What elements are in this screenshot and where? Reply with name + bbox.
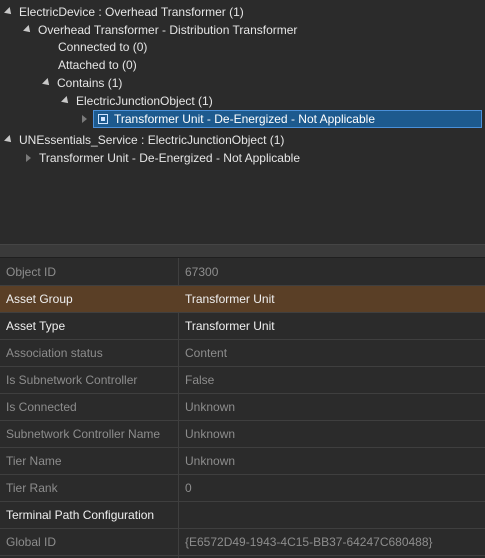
- tree-node-electric-device[interactable]: ElectricDevice : Overhead Transformer (1…: [4, 3, 244, 21]
- attribute-name: Association status: [6, 346, 103, 360]
- attribute-value: Unknown: [185, 454, 236, 468]
- expand-arrow-icon[interactable]: [4, 134, 14, 145]
- expand-arrow-icon[interactable]: [23, 24, 33, 35]
- attribute-name: Terminal Path Configuration: [6, 508, 155, 522]
- attribute-row[interactable]: Association status Content: [0, 340, 485, 367]
- expand-arrow-icon[interactable]: [4, 6, 14, 17]
- attribute-grid: Object ID 67300 Asset Group Transformer …: [0, 258, 485, 558]
- tree-node-label: Attached to (0): [58, 58, 137, 72]
- attribute-row[interactable]: Global ID {E6572D49-1943-4C15-BB37-64247…: [0, 529, 485, 556]
- tree-node-contains[interactable]: Contains (1): [42, 74, 123, 92]
- attribute-name: Global ID: [6, 535, 57, 549]
- attribute-value: False: [185, 373, 215, 387]
- tree-node-unessentials-service[interactable]: UNEssentials_Service : ElectricJunctionO…: [4, 131, 285, 149]
- attribute-name: Asset Type: [6, 319, 66, 333]
- attribute-value: Unknown: [185, 400, 236, 414]
- tree-node-label: Overhead Transformer - Distribution Tran…: [38, 23, 298, 37]
- attribute-name: Object ID: [6, 265, 57, 279]
- attribute-name: Tier Name: [6, 454, 62, 468]
- attribute-value: Unknown: [185, 427, 236, 441]
- attribute-row[interactable]: Is Connected Unknown: [0, 394, 485, 421]
- collapsed-arrow-icon[interactable]: [82, 114, 87, 123]
- expand-arrow-icon[interactable]: [61, 95, 71, 106]
- attribute-name: Is Subnetwork Controller: [6, 373, 138, 387]
- tree-node-transformer-unit-selected[interactable]: Transformer Unit - De-Energized - Not Ap…: [93, 110, 482, 128]
- tree-node-label: Contains (1): [57, 76, 123, 90]
- attribute-row[interactable]: Asset Type Transformer Unit: [0, 313, 485, 340]
- tree-node-label: ElectricDevice : Overhead Transformer (1…: [19, 5, 244, 19]
- attribute-row[interactable]: Terminal Path Configuration: [0, 502, 485, 529]
- attribute-row[interactable]: Tier Name Unknown: [0, 448, 485, 475]
- expand-arrow-icon[interactable]: [42, 77, 52, 88]
- tree-node-attached-to[interactable]: Attached to (0): [58, 56, 137, 74]
- tree-node-connected-to[interactable]: Connected to (0): [58, 38, 147, 56]
- tree-node-transformer-unit[interactable]: Transformer Unit - De-Energized - Not Ap…: [26, 149, 300, 167]
- attribute-row[interactable]: Asset Group Transformer Unit: [0, 286, 485, 313]
- attribute-value: Content: [185, 346, 228, 360]
- tree-node-overhead-transformer[interactable]: Overhead Transformer - Distribution Tran…: [23, 21, 298, 39]
- attribute-value: {E6572D49-1943-4C15-BB37-64247C680488}: [185, 535, 433, 549]
- feature-icon: [98, 114, 108, 124]
- attribute-row[interactable]: Subnetwork Controller Name Unknown: [0, 421, 485, 448]
- association-tree: ElectricDevice : Overhead Transformer (1…: [0, 0, 485, 244]
- attribute-value: Transformer Unit: [185, 319, 275, 333]
- tree-node-electric-junction-object[interactable]: ElectricJunctionObject (1): [61, 92, 213, 110]
- attribute-value: Transformer Unit: [185, 292, 275, 306]
- tree-node-label: Connected to (0): [58, 40, 148, 54]
- attribute-name: Subnetwork Controller Name: [6, 427, 161, 441]
- attribute-name: Asset Group: [6, 292, 73, 306]
- tree-node-label: UNEssentials_Service : ElectricJunctionO…: [19, 133, 285, 147]
- attribute-value: 0: [185, 481, 192, 495]
- tree-node-label: Transformer Unit - De-Energized - Not Ap…: [39, 151, 300, 165]
- tree-node-label: ElectricJunctionObject (1): [76, 94, 213, 108]
- attribute-row[interactable]: Object ID 67300: [0, 259, 485, 286]
- attribute-name: Tier Rank: [6, 481, 58, 495]
- attribute-name: Is Connected: [6, 400, 77, 414]
- attribute-value: 67300: [185, 265, 219, 279]
- tree-node-label: Transformer Unit - De-Energized - Not Ap…: [114, 112, 375, 126]
- collapsed-arrow-icon[interactable]: [26, 153, 31, 162]
- attribute-row[interactable]: Tier Rank 0: [0, 475, 485, 502]
- attribute-row[interactable]: Is Subnetwork Controller False: [0, 367, 485, 394]
- panel-splitter[interactable]: [0, 244, 485, 258]
